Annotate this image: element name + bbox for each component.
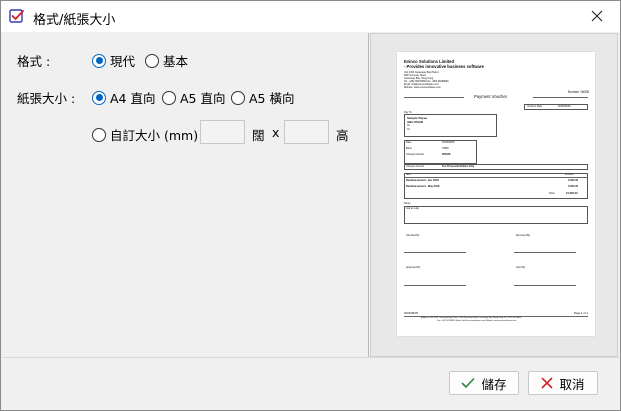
- field-value: 387188: [442, 153, 451, 156]
- signature-line: [514, 252, 576, 253]
- close-button[interactable]: [574, 1, 620, 32]
- signature-label: Input By: [516, 266, 526, 269]
- custom-width-input[interactable]: [200, 120, 245, 144]
- footer-divider: [2, 357, 619, 358]
- radio-label: 基本: [163, 54, 189, 69]
- title-rule: [404, 97, 464, 98]
- save-label: 儲存: [481, 376, 507, 392]
- item-amount: 5,000.00: [568, 179, 579, 182]
- times-label: x: [272, 125, 280, 140]
- format-label: 格式 :: [17, 54, 51, 69]
- format-basic-radio[interactable]: 基本: [145, 51, 188, 70]
- panel-divider: [368, 33, 369, 357]
- options-panel: 格式 : 現代 基本 紙張大小 : A4 直向 A5 直向 A5 橫向 自訂大小…: [2, 33, 364, 357]
- signature-label: Approved By: [406, 266, 421, 269]
- radio-indicator: [92, 127, 106, 142]
- radio-label: 現代: [110, 54, 136, 69]
- radio-indicator: [145, 53, 159, 68]
- notes-text: Ask to relay: [406, 207, 420, 210]
- total-label: Total: [549, 192, 555, 195]
- cheque-fields-box: [404, 140, 477, 164]
- footer-date: 2018/08/05: [404, 311, 418, 315]
- save-button[interactable]: 儲存: [449, 371, 519, 395]
- notes-box: [404, 206, 588, 224]
- signature-line: [514, 285, 576, 286]
- checkmark-icon: [462, 378, 475, 388]
- company-tagline: - Provides innovative business software: [404, 64, 484, 69]
- address-line: Website: www.evincesoftware.com: [404, 86, 441, 89]
- signature-line: [404, 285, 466, 286]
- field-key: Cheque Number: [406, 153, 425, 156]
- signature-label: Received By: [516, 234, 531, 237]
- field-value: Ten Thousand Dollars Only: [442, 165, 475, 168]
- radio-indicator: [231, 90, 245, 105]
- signature-label: Checked By: [406, 234, 420, 237]
- a5-portrait-radio[interactable]: A5 直向: [162, 88, 225, 107]
- radio-indicator: [92, 90, 106, 105]
- voucher-date-value: 2018/08/05: [558, 105, 571, 108]
- paper-size-label: 紙張大小 :: [17, 91, 76, 106]
- width-unit-label: 闊: [252, 128, 265, 143]
- item-desc: Reimbursement - May 2018: [406, 185, 440, 188]
- field-key: Bank: [406, 147, 412, 150]
- item-desc: Reimbursement - Apr 2018: [406, 179, 439, 182]
- items-header-item: Item: [406, 173, 411, 176]
- title-bar: 格式/紙張大小: [1, 1, 620, 32]
- title-rule: [533, 97, 588, 98]
- field-key: Cheque Amount: [406, 165, 424, 168]
- cancel-label: 取消: [559, 376, 585, 392]
- payee-line: Xx: [407, 128, 410, 131]
- items-header-rule: [404, 177, 588, 178]
- custom-size-radio[interactable]: 自訂大小 (mm): [92, 125, 198, 144]
- a5-landscape-radio[interactable]: A5 橫向: [231, 88, 294, 107]
- cancel-x-icon: [542, 377, 553, 389]
- total-value: 10,000.00: [566, 192, 578, 195]
- footer-contact: Fax: +852 96298659 Email: info@evincesof…: [437, 320, 517, 322]
- cheque-amount-box: [404, 164, 588, 170]
- radio-label: A4 直向: [110, 91, 156, 106]
- voucher-title: Payment Voucher: [474, 94, 508, 99]
- voucher-preview: Evinco Solutions Limited - Provides inno…: [397, 52, 595, 336]
- field-key: Date: [406, 141, 412, 144]
- radio-indicator: [92, 53, 106, 68]
- item-amount: 5,000.00: [568, 185, 579, 188]
- field-value: HSBC: [442, 147, 449, 150]
- preview-panel: Evinco Solutions Limited - Provides inno…: [370, 33, 618, 357]
- checklist-icon: [9, 9, 24, 23]
- height-unit-label: 高: [336, 128, 349, 143]
- a4-portrait-radio[interactable]: A4 直向: [92, 88, 155, 107]
- items-header-amount: Amount: [565, 173, 574, 176]
- dialog-window: 格式/紙張大小 格式 : 現代 基本 紙張大小 : A4 直向 A5 直向 A5: [0, 0, 621, 411]
- cancel-button[interactable]: 取消: [528, 371, 598, 395]
- close-icon: [591, 10, 603, 22]
- radio-label: A5 橫向: [249, 91, 295, 106]
- format-modern-radio[interactable]: 現代: [92, 51, 135, 70]
- custom-height-input[interactable]: [284, 120, 329, 144]
- radio-label: 自訂大小 (mm): [110, 128, 199, 143]
- radio-label: A5 直向: [180, 91, 226, 106]
- radio-indicator: [162, 90, 176, 105]
- page-number: Page 1 of 1: [573, 311, 588, 315]
- signature-line: [404, 252, 466, 253]
- window-title: 格式/紙張大小: [33, 13, 116, 28]
- voucher-date-label: Voucher Date: [527, 105, 543, 108]
- voucher-number: Number 16008: [567, 90, 589, 94]
- field-value: 2018/08/05: [442, 141, 455, 144]
